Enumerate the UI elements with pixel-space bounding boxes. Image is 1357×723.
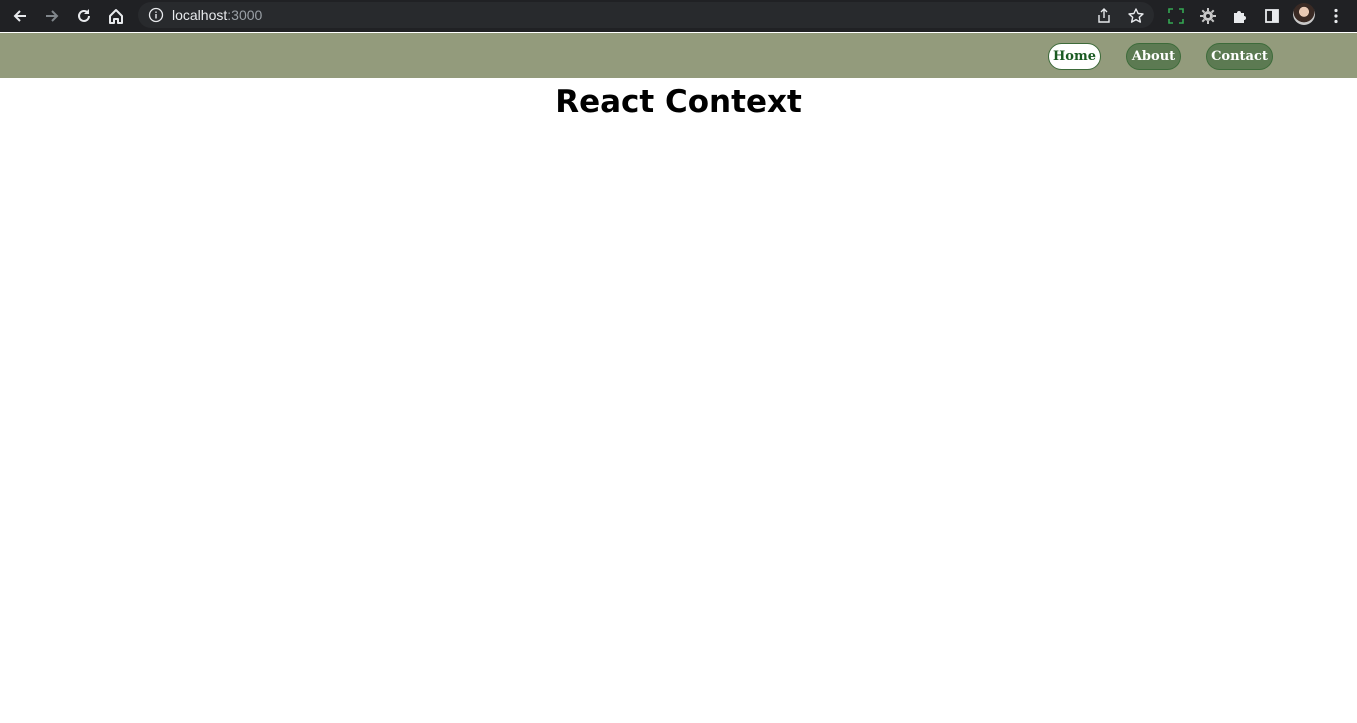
back-icon[interactable]: [8, 4, 32, 28]
extension-screenshot-icon[interactable]: [1164, 4, 1188, 28]
side-panel-icon[interactable]: [1260, 4, 1284, 28]
avatar[interactable]: [1293, 3, 1315, 25]
address-bar[interactable]: localhost:3000: [138, 2, 1154, 28]
browser-toolbar: localhost:3000: [0, 0, 1357, 32]
info-icon[interactable]: [148, 7, 164, 23]
url-port: :3000: [227, 7, 263, 23]
share-icon[interactable]: [1092, 4, 1116, 28]
url-text: localhost:3000: [172, 7, 262, 23]
reload-icon[interactable]: [72, 4, 96, 28]
home-icon[interactable]: [104, 4, 128, 28]
puzzle-icon[interactable]: [1228, 4, 1252, 28]
menu-dots-icon[interactable]: [1324, 4, 1348, 28]
nav-link-home[interactable]: Home: [1048, 43, 1101, 70]
page-title: React Context: [555, 84, 802, 120]
nav-link-contact[interactable]: Contact: [1206, 43, 1273, 70]
forward-icon[interactable]: [40, 4, 64, 28]
star-icon[interactable]: [1124, 4, 1148, 28]
url-host: localhost: [172, 7, 228, 23]
extension-gear-icon[interactable]: [1196, 4, 1220, 28]
navbar: Home About Contact: [0, 33, 1357, 78]
nav-link-about[interactable]: About: [1126, 43, 1181, 70]
